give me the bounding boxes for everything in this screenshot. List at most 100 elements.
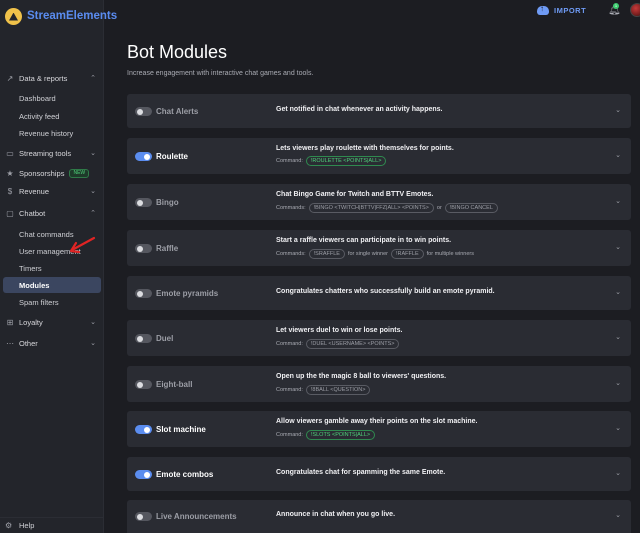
sidebar-group-streaming-tools[interactable]: ▭ Streaming tools ⌄ <box>0 143 103 163</box>
command-chip: !SRAFFLE <box>308 249 345 259</box>
dollar-icon: $ <box>7 186 13 196</box>
module-command-line: Commands: !BINGO <TWITCH|BTTV|FFZ|ALL> <… <box>276 203 498 213</box>
chevron-down-icon[interactable]: ⌄ <box>615 197 621 205</box>
chevron-down-icon: ⌄ <box>90 150 96 157</box>
module-toggle[interactable] <box>135 107 152 116</box>
module-description: Open up the the magic 8 ball to viewers'… <box>276 373 447 380</box>
chevron-down-icon[interactable]: ⌄ <box>615 106 621 114</box>
streaming-tools-icon: ▭ <box>6 148 14 158</box>
module-command-line: Commands: !SRAFFLE for single winner !RA… <box>276 249 474 259</box>
chevron-up-icon: ⌃ <box>90 210 96 217</box>
chevron-down-icon: ⌄ <box>90 319 96 326</box>
sidebar-group-loyalty[interactable]: ⊞ Loyalty ⌄ <box>0 312 103 332</box>
module-card-eight-ball[interactable]: Eight-ball Open up the the magic 8 ball … <box>127 366 631 402</box>
module-name: Bingo <box>156 198 179 207</box>
new-badge: NEW <box>69 168 90 178</box>
module-toggle[interactable] <box>135 470 152 479</box>
sidebar-group-label: Loyalty <box>19 317 43 327</box>
notifications-button[interactable]: 🔔︎ 1 <box>608 3 621 16</box>
chevron-down-icon[interactable]: ⌄ <box>615 243 621 251</box>
module-card-live-announcements[interactable]: Live Announcements Announce in chat when… <box>127 500 631 533</box>
cloud-upload-icon <box>537 4 549 15</box>
module-name: Roulette <box>156 152 188 161</box>
module-toggle[interactable] <box>135 425 152 434</box>
chevron-down-icon: ⌄ <box>90 188 96 195</box>
sidebar-group-label: Streaming tools <box>19 148 72 158</box>
command-label: Command: <box>276 341 303 347</box>
module-name: Raffle <box>156 244 179 253</box>
module-toggle[interactable] <box>135 152 152 161</box>
module-description: Allow viewers gamble away their points o… <box>276 418 478 425</box>
module-name: Eight-ball <box>156 380 193 389</box>
command-chip: !ROULETTE <POINTS|ALL> <box>305 156 387 166</box>
sidebar-group-other[interactable]: ⋯ Other ⌄ <box>0 333 103 353</box>
module-card-emote-pyramids[interactable]: Emote pyramids Congratulates chatters wh… <box>127 276 631 310</box>
sidebar-group-label: Data & reports <box>19 73 68 83</box>
help-icon: ⚙ <box>5 521 13 530</box>
module-toggle[interactable] <box>135 198 152 207</box>
module-name: Live Announcements <box>156 512 237 521</box>
brand-logo[interactable]: StreamElements <box>0 0 117 32</box>
chevron-up-icon: ⌃ <box>90 75 96 82</box>
chevron-down-icon[interactable]: ⌄ <box>615 469 621 477</box>
chevron-down-icon: ⌄ <box>90 340 96 347</box>
command-note: for multiple winners <box>426 251 475 257</box>
help-link[interactable]: ⚙ Help <box>0 517 104 533</box>
module-description: Announce in chat when you go live. <box>276 511 396 518</box>
sidebar-group-chatbot[interactable]: ▢ Chatbot ⌃ <box>0 203 103 223</box>
module-name: Emote pyramids <box>156 289 219 298</box>
sidebar-item-spam-filters[interactable]: Spam filters <box>0 294 103 310</box>
sidebar-group-sponsorships[interactable]: ★ Sponsorships NEW <box>0 163 103 183</box>
module-name: Slot machine <box>156 425 206 434</box>
chevron-down-icon[interactable]: ⌄ <box>615 379 621 387</box>
sidebar-group-label: Revenue <box>19 186 50 196</box>
module-card-bingo[interactable]: Bingo Chat Bingo Game for Twitch and BTT… <box>127 184 631 220</box>
command-label: Command: <box>276 158 303 164</box>
module-toggle[interactable] <box>135 244 152 253</box>
sidebar-item-revenue-history[interactable]: Revenue history <box>0 125 103 141</box>
chevron-down-icon[interactable]: ⌄ <box>615 424 621 432</box>
sidebar-group-revenue[interactable]: $ Revenue ⌄ <box>0 181 103 201</box>
sidebar-item-dashboard[interactable]: Dashboard <box>0 90 103 106</box>
import-button[interactable]: IMPORT <box>537 4 586 15</box>
module-card-slot-machine[interactable]: Slot machine Allow viewers gamble away t… <box>127 411 631 447</box>
command-chip: !SLOTS <POINTS|ALL> <box>305 430 376 440</box>
module-command-line: Command: !8BALL <QUESTION> <box>276 385 371 395</box>
module-description: Congratulates chatters who successfully … <box>276 288 495 295</box>
dots-icon: ⋯ <box>6 338 14 348</box>
annotation-arrow <box>69 236 96 254</box>
sidebar-item-activity-feed[interactable]: Activity feed <box>0 108 103 124</box>
sidebar-item-timers[interactable]: Timers <box>0 260 103 276</box>
module-card-duel[interactable]: Duel Let viewers duel to win or lose poi… <box>127 320 631 356</box>
sidebar-group-data-reports[interactable]: ↗ Data & reports ⌃ <box>0 68 103 88</box>
user-avatar[interactable] <box>630 3 640 17</box>
module-name: Emote combos <box>156 470 214 479</box>
module-description: Start a raffle viewers can participate i… <box>276 237 452 244</box>
command-label: Command: <box>276 387 303 393</box>
module-command-line: Command: !SLOTS <POINTS|ALL> <box>276 430 376 440</box>
sidebar: StreamElements ↗ Data & reports ⌃ Dashbo… <box>0 0 117 533</box>
gift-icon: ⊞ <box>6 317 14 327</box>
module-card-chat-alerts[interactable]: Chat Alerts Get notified in chat wheneve… <box>127 94 631 128</box>
module-toggle[interactable] <box>135 289 152 298</box>
chevron-down-icon[interactable]: ⌄ <box>615 511 621 519</box>
command-label: Commands: <box>276 205 306 211</box>
chevron-down-icon[interactable]: ⌄ <box>615 151 621 159</box>
module-name: Duel <box>156 334 174 343</box>
module-toggle[interactable] <box>135 512 152 521</box>
module-name: Chat Alerts <box>156 107 199 116</box>
module-card-raffle[interactable]: Raffle Start a raffle viewers can partic… <box>127 230 631 266</box>
module-card-emote-combos[interactable]: Emote combos Congratulates chat for spam… <box>127 457 631 491</box>
help-label: Help <box>19 521 35 530</box>
command-note: for single winner <box>347 251 388 257</box>
module-toggle[interactable] <box>135 334 152 343</box>
sidebar-item-modules[interactable]: Modules <box>3 277 101 293</box>
module-description: Congratulates chat for spamming the same… <box>276 469 446 476</box>
chevron-down-icon[interactable]: ⌄ <box>615 333 621 341</box>
sidebar-group-label: Chatbot <box>19 208 46 218</box>
module-toggle[interactable] <box>135 380 152 389</box>
sidebar-group-label: Sponsorships <box>19 168 65 178</box>
chevron-down-icon[interactable]: ⌄ <box>615 288 621 296</box>
module-card-roulette[interactable]: Roulette Lets viewers play roulette with… <box>127 138 631 174</box>
module-command-line: Command: !DUEL <USERNAME> <POINTS> <box>276 339 400 349</box>
